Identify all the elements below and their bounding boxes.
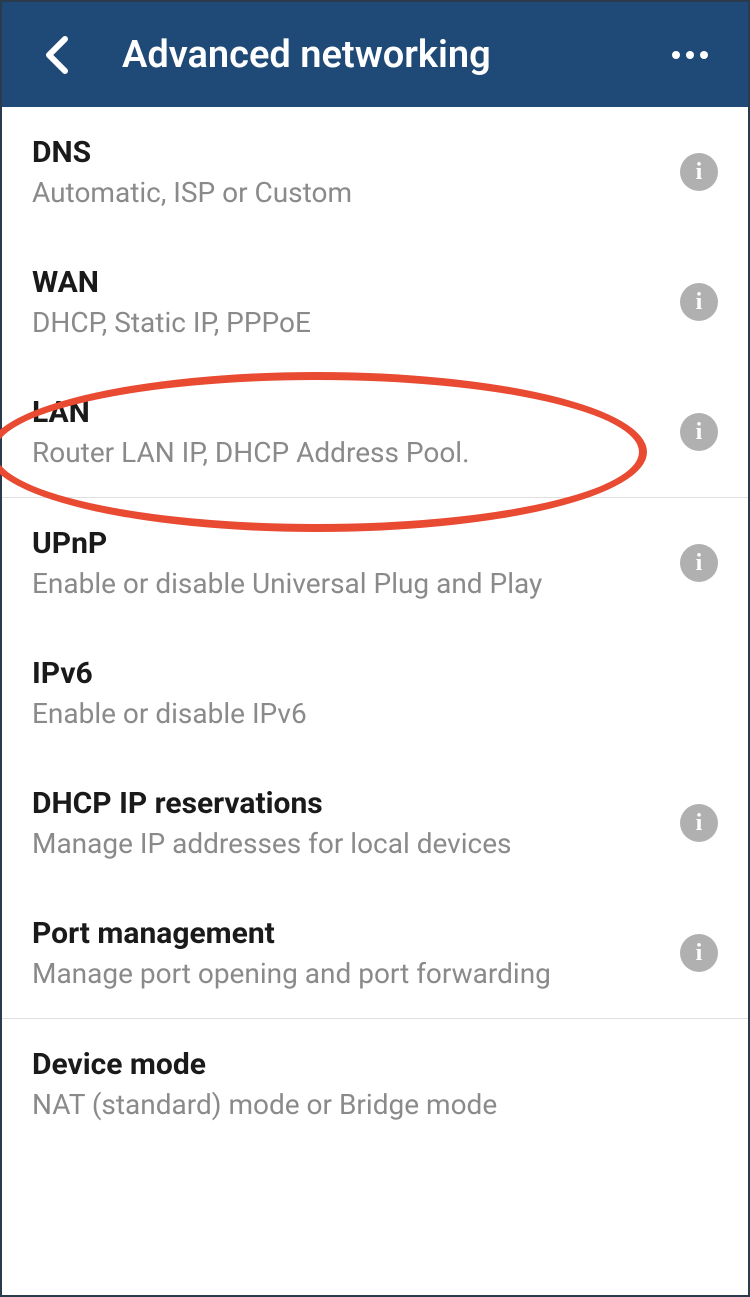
page-title: Advanced networking bbox=[122, 33, 491, 77]
info-icon[interactable]: i bbox=[680, 413, 718, 451]
item-subtitle: DHCP, Static IP, PPPoE bbox=[32, 306, 660, 339]
item-title: DHCP IP reservations bbox=[32, 786, 660, 821]
info-icon[interactable]: i bbox=[680, 544, 718, 582]
more-options-button[interactable] bbox=[662, 41, 718, 69]
info-icon[interactable]: i bbox=[680, 283, 718, 321]
item-subtitle: Enable or disable Universal Plug and Pla… bbox=[32, 567, 660, 600]
list-item-dhcp-reservations[interactable]: DHCP IP reservations Manage IP addresses… bbox=[2, 758, 748, 888]
more-options-icon bbox=[672, 51, 680, 59]
list-item-wan[interactable]: WAN DHCP, Static IP, PPPoE i bbox=[2, 237, 748, 367]
header: Advanced networking bbox=[2, 2, 748, 107]
item-subtitle: Enable or disable IPv6 bbox=[32, 697, 718, 730]
item-title: Device mode bbox=[32, 1047, 718, 1082]
item-title: Port management bbox=[32, 916, 660, 951]
info-icon[interactable]: i bbox=[680, 804, 718, 842]
back-button[interactable] bbox=[32, 30, 82, 80]
list-item-device-mode[interactable]: Device mode NAT (standard) mode or Bridg… bbox=[2, 1019, 748, 1149]
chevron-left-icon bbox=[45, 35, 69, 75]
item-title: DNS bbox=[32, 135, 660, 170]
list-item-port-management[interactable]: Port management Manage port opening and … bbox=[2, 888, 748, 1018]
list-item-lan[interactable]: LAN Router LAN IP, DHCP Address Pool. i bbox=[2, 367, 748, 497]
list-item-upnp[interactable]: UPnP Enable or disable Universal Plug an… bbox=[2, 498, 748, 628]
settings-list: DNS Automatic, ISP or Custom i WAN DHCP,… bbox=[2, 107, 748, 1149]
info-icon[interactable]: i bbox=[680, 153, 718, 191]
item-title: UPnP bbox=[32, 526, 660, 561]
item-subtitle: Router LAN IP, DHCP Address Pool. bbox=[32, 436, 660, 469]
item-title: IPv6 bbox=[32, 656, 718, 691]
item-title: WAN bbox=[32, 265, 660, 300]
info-icon[interactable]: i bbox=[680, 934, 718, 972]
item-subtitle: Automatic, ISP or Custom bbox=[32, 176, 660, 209]
item-title: LAN bbox=[32, 395, 660, 430]
item-subtitle: Manage port opening and port forwarding bbox=[32, 957, 660, 990]
list-item-ipv6[interactable]: IPv6 Enable or disable IPv6 bbox=[2, 628, 748, 758]
list-item-dns[interactable]: DNS Automatic, ISP or Custom i bbox=[2, 107, 748, 237]
item-subtitle: NAT (standard) mode or Bridge mode bbox=[32, 1088, 718, 1121]
item-subtitle: Manage IP addresses for local devices bbox=[32, 827, 660, 860]
